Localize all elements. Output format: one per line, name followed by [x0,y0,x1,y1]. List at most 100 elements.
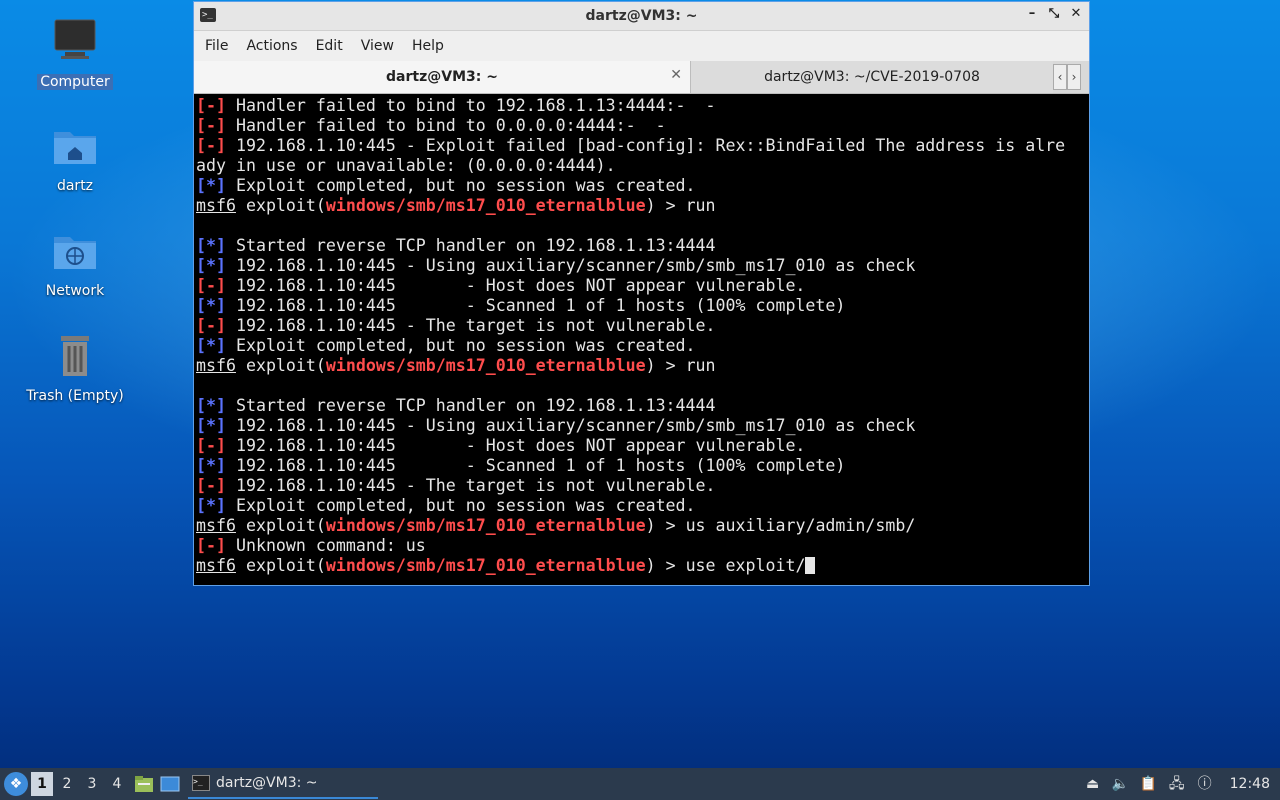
terminal-app-icon: >_ [200,8,216,22]
line-text: Handler failed to bind to 192.168.1.13:4… [225,96,716,115]
info-marker: [*] [196,256,226,275]
menu-file[interactable]: File [198,38,235,54]
file-manager-icon[interactable] [134,774,154,794]
desktop-icon-network[interactable]: Network [20,227,130,299]
terminal-line: msf6 exploit(windows/smb/ms17_010_eterna… [196,556,1089,576]
terminal-window[interactable]: >_ dartz@VM3: ~ – ⤡ ✕ File Actions Edit … [193,1,1090,586]
update-icon[interactable]: ⓘ [1196,775,1214,793]
terminal-line: msf6 exploit(windows/smb/ms17_010_eterna… [196,356,716,375]
clipboard-icon[interactable]: 📋 [1140,775,1158,793]
menu-help[interactable]: Help [405,38,451,54]
command-text: > us auxiliary/admin/smb/ [655,516,916,535]
terminal-line: [*] Started reverse TCP handler on 192.1… [196,396,1089,416]
workspace-1[interactable]: 1 [31,772,53,796]
terminal-line: [-] Unknown command: us [196,536,1089,556]
command-text: > use exploit/ [655,556,806,575]
clock[interactable]: 12:48 [1230,776,1270,792]
terminal-line: [-] 192.168.1.10:445 - Host does NOT app… [196,436,1089,456]
tab-scroll-left-icon[interactable]: ‹ [1053,64,1067,90]
error-marker: [-] [196,276,226,295]
menu-actions[interactable]: Actions [239,38,304,54]
desktop-icon-home[interactable]: dartz [20,122,130,194]
network-folder-icon [54,237,96,269]
system-tray: ⏏ 🔈 📋 🖧 ⓘ 12:48 [1084,775,1280,793]
error-marker: [-] [196,536,226,555]
start-menu-icon[interactable]: ❖ [4,772,28,796]
module-name: windows/smb/ms17_010_eternalblue [325,356,646,375]
tab-bar: dartz@VM3: ~ ✕ dartz@VM3: ~/CVE-2019-070… [194,61,1089,94]
terminal-line: [*] Started reverse TCP handler on 192.1… [196,236,1089,256]
desktop-icon-trash[interactable]: Trash (Empty) [20,332,130,404]
msf-prompt: msf6 [196,356,236,375]
window-title: dartz@VM3: ~ [585,8,698,24]
line-text: 192.168.1.10:445 - Scanned 1 of 1 hosts … [225,456,846,475]
module-name: windows/smb/ms17_010_eternalblue [325,196,646,215]
line-text: Started reverse TCP handler on 192.168.1… [225,236,716,255]
command-text: > run [655,196,716,215]
info-marker: [*] [196,336,226,355]
tab-home[interactable]: dartz@VM3: ~ ✕ [194,61,691,93]
computer-icon [54,19,96,59]
error-marker: [-] [196,96,226,115]
taskbar-task-label: dartz@VM3: ~ [216,775,318,791]
minimize-button[interactable]: – [1025,6,1039,21]
line-text: 192.168.1.10:445 - The target is not vul… [225,316,716,335]
info-marker: [*] [196,236,226,255]
workspace-2[interactable]: 2 [56,772,78,796]
terminal-line: [-] Handler failed to bind to 192.168.1.… [196,96,1089,116]
terminal-line: [*] 192.168.1.10:445 - Using auxiliary/s… [196,416,1089,436]
terminal-line: [*] 192.168.1.10:445 - Using auxiliary/s… [196,256,1089,276]
workspace-3[interactable]: 3 [81,772,103,796]
menu-view[interactable]: View [354,38,401,54]
window-titlebar[interactable]: >_ dartz@VM3: ~ – ⤡ ✕ [194,2,1089,31]
module-name: windows/smb/ms17_010_eternalblue [325,556,646,575]
line-text: Started reverse TCP handler on 192.168.1… [225,396,716,415]
terminal-line: msf6 exploit(windows/smb/ms17_010_eterna… [196,196,716,215]
taskbar-terminal-button[interactable]: >_ dartz@VM3: ~ [188,769,378,799]
line-text: 192.168.1.10:445 - Using auxiliary/scann… [225,256,916,275]
close-button[interactable]: ✕ [1069,6,1083,21]
terminal-line: [*] Exploit completed, but no session wa… [196,496,1089,516]
info-marker: [*] [196,296,226,315]
error-marker: [-] [196,136,226,155]
workspace-4[interactable]: 4 [106,772,128,796]
show-desktop-icon[interactable] [160,774,180,794]
taskbar: ❖ 1 2 3 4 >_ dartz@VM3: ~ ⏏ 🔈 📋 🖧 ⓘ 12:4… [0,768,1280,800]
desktop-icon-computer[interactable]: Computer [20,18,130,90]
tab-label: dartz@VM3: ~ [386,69,498,85]
terminal-output[interactable]: [-] Handler failed to bind to 192.168.1.… [194,94,1089,586]
line-text: ady in use or unavailable: (0.0.0.0:4444… [196,156,616,175]
terminal-line: [*] Exploit completed, but no session wa… [196,176,1089,196]
drive-icon[interactable]: ⏏ [1084,775,1102,793]
terminal-line: msf6 exploit(windows/smb/ms17_010_eterna… [196,516,916,535]
network-icon[interactable]: 🖧 [1168,775,1186,793]
desktop-icon-label: Computer [37,74,113,90]
info-marker: [*] [196,456,226,475]
line-text: 192.168.1.10:445 - Scanned 1 of 1 hosts … [225,296,846,315]
error-marker: [-] [196,316,226,335]
terminal-line: ady in use or unavailable: (0.0.0.0:4444… [196,156,1089,176]
maximize-button[interactable]: ⤡ [1047,6,1061,21]
line-text: 192.168.1.10:445 - Exploit failed [bad-c… [225,136,1066,155]
module-name: windows/smb/ms17_010_eternalblue [325,516,646,535]
terminal-line: [*] 192.168.1.10:445 - Scanned 1 of 1 ho… [196,456,1089,476]
terminal-line: [-] 192.168.1.10:445 - The target is not… [196,476,1089,496]
volume-icon[interactable]: 🔈 [1112,775,1130,793]
home-folder-icon [54,132,96,164]
error-marker: [-] [196,116,226,135]
terminal-line: [-] Handler failed to bind to 0.0.0.0:44… [196,116,1089,136]
desktop-icon-label: Trash (Empty) [26,388,124,404]
trash-icon [61,336,89,376]
line-text: 192.168.1.10:445 - Host does NOT appear … [225,276,806,295]
info-marker: [*] [196,176,226,195]
tab-close-icon[interactable]: ✕ [670,67,682,83]
terminal-line: [*] 192.168.1.10:445 - Scanned 1 of 1 ho… [196,296,1089,316]
tab-scroll-right-icon[interactable]: › [1067,64,1081,90]
tab-cve[interactable]: dartz@VM3: ~/CVE-2019-0708 [691,61,1053,93]
error-marker: [-] [196,436,226,455]
desktop-icon-label: dartz [56,178,94,194]
info-marker: [*] [196,496,226,515]
error-marker: [-] [196,476,226,495]
line-text: 192.168.1.10:445 - Using auxiliary/scann… [225,416,916,435]
menu-edit[interactable]: Edit [309,38,350,54]
